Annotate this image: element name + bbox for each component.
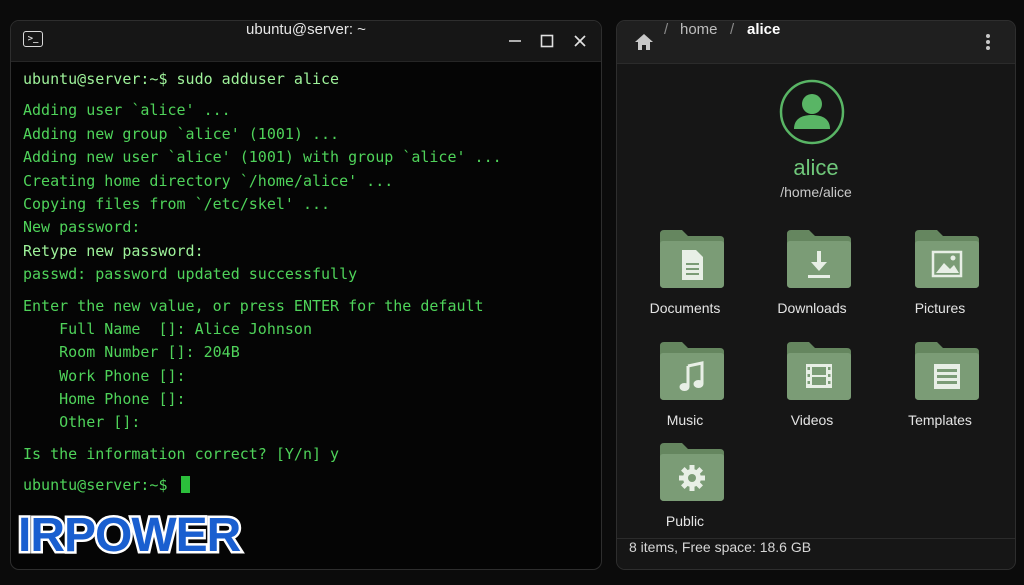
home-icon xyxy=(635,34,653,50)
breadcrumb-current[interactable]: alice xyxy=(747,21,780,38)
folder-documents[interactable]: Documents xyxy=(625,228,745,328)
user-name: alice xyxy=(793,155,839,180)
document-icon xyxy=(682,250,703,280)
folder-icon xyxy=(915,342,979,400)
minimize-icon xyxy=(509,40,521,42)
folder-label: Music xyxy=(666,412,704,428)
terminal-output-line: Other []: xyxy=(23,413,141,432)
folder-icon xyxy=(915,230,979,288)
terminal-output-line: Adding new user `alice' (1001) with grou… xyxy=(23,148,502,167)
terminal-output-line: Adding new group `alice' (1001) ... xyxy=(23,124,340,143)
terminal-prompt: ubuntu@server:~$ xyxy=(23,476,177,495)
terminal-titlebar[interactable]: >_ ubuntu@server: ~ xyxy=(11,21,601,62)
close-button[interactable] xyxy=(568,29,592,53)
maximize-icon xyxy=(540,34,554,48)
folder-pictures[interactable]: Pictures xyxy=(880,228,1000,328)
breadcrumb-separator: / xyxy=(730,21,735,38)
terminal-output-line: Room Number []: 204B xyxy=(23,343,240,362)
folder-templates[interactable]: Templates xyxy=(880,340,1000,440)
user-avatar xyxy=(779,79,845,145)
folder-icon xyxy=(660,230,724,288)
maximize-button[interactable] xyxy=(535,29,559,53)
folder-label: Pictures xyxy=(914,300,966,316)
home-button[interactable] xyxy=(633,32,655,52)
folder-label: Templates xyxy=(908,412,972,428)
terminal-output-line: Is the information correct? [Y/n] y xyxy=(23,444,340,463)
user-icon xyxy=(779,79,845,145)
terminal-output-line: Enter the new value, or press ENTER for … xyxy=(23,296,484,315)
folder-videos[interactable]: Videos xyxy=(752,340,872,440)
breadcrumb-separator: / xyxy=(664,21,669,38)
file-manager-window[interactable]: / home / alice alice /home/alice Documen… xyxy=(616,20,1016,570)
terminal-window[interactable]: >_ ubuntu@server: ~ ubuntu@server:~$ sud… xyxy=(10,20,602,570)
breadcrumb-home[interactable]: home xyxy=(680,21,718,38)
menu-button[interactable] xyxy=(983,32,993,52)
folder-public[interactable]: Public xyxy=(625,441,745,541)
terminal-cursor xyxy=(180,476,190,494)
folder-icon xyxy=(660,342,724,400)
close-icon xyxy=(574,35,586,47)
terminal-output-line: Full Name []: Alice Johnson xyxy=(23,319,312,338)
minimize-button[interactable] xyxy=(503,29,527,53)
terminal-output-line: Creating home directory `/home/alice' ..… xyxy=(23,171,394,190)
terminal-output-line: passwd: password updated successfully xyxy=(23,265,358,284)
logo-text: IRPOWER xyxy=(18,509,241,562)
status-bar: 8 items, Free space: 18.6 GB xyxy=(617,538,1015,569)
irpower-logo: IRPOWER xyxy=(16,500,278,565)
terminal-output-line: Copying files from `/etc/skel' ... xyxy=(23,194,331,213)
folder-label: Downloads xyxy=(777,300,847,316)
terminal-prompt-line[interactable]: ubuntu@server:~$ xyxy=(23,474,589,497)
folder-icon xyxy=(787,342,851,400)
terminal-output[interactable]: ubuntu@server:~$ sudo adduser alice Addi… xyxy=(11,62,601,498)
folder-icon xyxy=(660,443,724,501)
kebab-menu-icon xyxy=(986,34,990,50)
folder-downloads[interactable]: Downloads xyxy=(752,228,872,328)
file-manager-header: / home / alice xyxy=(617,21,1015,64)
folder-music[interactable]: Music xyxy=(625,340,745,440)
terminal-output-line: Adding user `alice' ... xyxy=(23,101,231,120)
status-text: 8 items, Free space: 18.6 GB xyxy=(629,539,812,555)
film-icon xyxy=(806,364,832,388)
gear-icon xyxy=(679,465,705,491)
folder-icon xyxy=(787,230,851,288)
template-icon xyxy=(934,364,960,389)
terminal-output-line: Retype new password: xyxy=(23,241,204,260)
terminal-command-line: ubuntu@server:~$ sudo adduser alice xyxy=(23,70,340,88)
terminal-output-line: Work Phone []: xyxy=(23,366,186,385)
terminal-output-line: Home Phone []: xyxy=(23,390,186,409)
user-home-path: /home/alice xyxy=(780,184,852,200)
folder-label: Videos xyxy=(790,412,834,428)
terminal-output-line: New password: xyxy=(23,218,141,237)
folder-label: Public xyxy=(665,513,705,529)
folder-label: Documents xyxy=(649,300,721,316)
